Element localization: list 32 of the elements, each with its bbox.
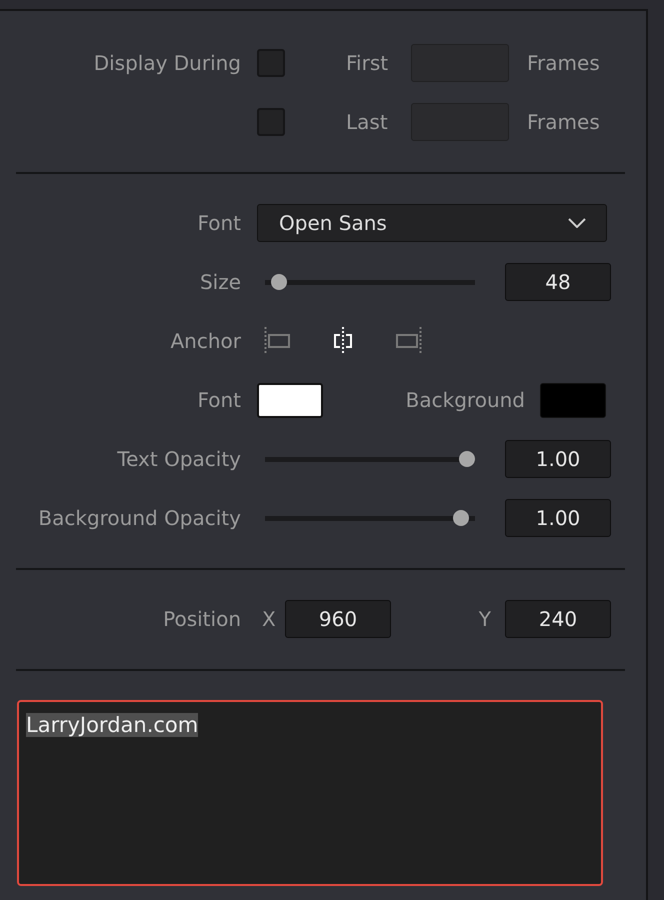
input-field[interactable]: 1.00	[505, 440, 611, 478]
slider-thumb[interactable]	[453, 510, 470, 526]
checkbox[interactable]	[257, 49, 285, 77]
input-field[interactable]: 48	[505, 263, 611, 301]
color-swatch[interactable]	[540, 382, 606, 418]
chevron-down-icon	[568, 218, 586, 228]
anchor-left-icon[interactable]	[264, 326, 290, 356]
axis-label: Y	[478, 607, 492, 631]
input-field[interactable]: 1.00	[505, 499, 611, 537]
field-label: Size	[198, 270, 241, 294]
slider-thumb[interactable]	[270, 274, 287, 290]
field-label: Background	[404, 388, 525, 412]
field-label: Font	[196, 388, 241, 412]
field-label: Anchor	[170, 329, 241, 353]
checkbox[interactable]	[257, 108, 285, 136]
field-label: Text Opacity	[116, 447, 241, 471]
input-field[interactable]: 240	[505, 600, 611, 638]
unit-label: Frames	[527, 110, 600, 134]
text-input-box[interactable]: LarryJordan.com	[17, 700, 603, 886]
field-label: Font	[196, 211, 241, 235]
axis-label: X	[262, 607, 277, 631]
font-dropdown[interactable]: Open Sans	[257, 204, 607, 242]
anchor-right-icon[interactable]	[396, 326, 422, 356]
color-swatch[interactable]	[257, 382, 323, 418]
field-label: Background Opacity	[37, 506, 241, 530]
slider-thumb[interactable]	[459, 451, 475, 467]
field-label: Position	[162, 607, 241, 631]
field-label: Last	[346, 110, 389, 134]
input-field[interactable]: 960	[285, 600, 391, 638]
unit-label: Frames	[527, 51, 600, 75]
field-label: First	[346, 51, 390, 75]
field-label: Display During	[92, 51, 241, 75]
